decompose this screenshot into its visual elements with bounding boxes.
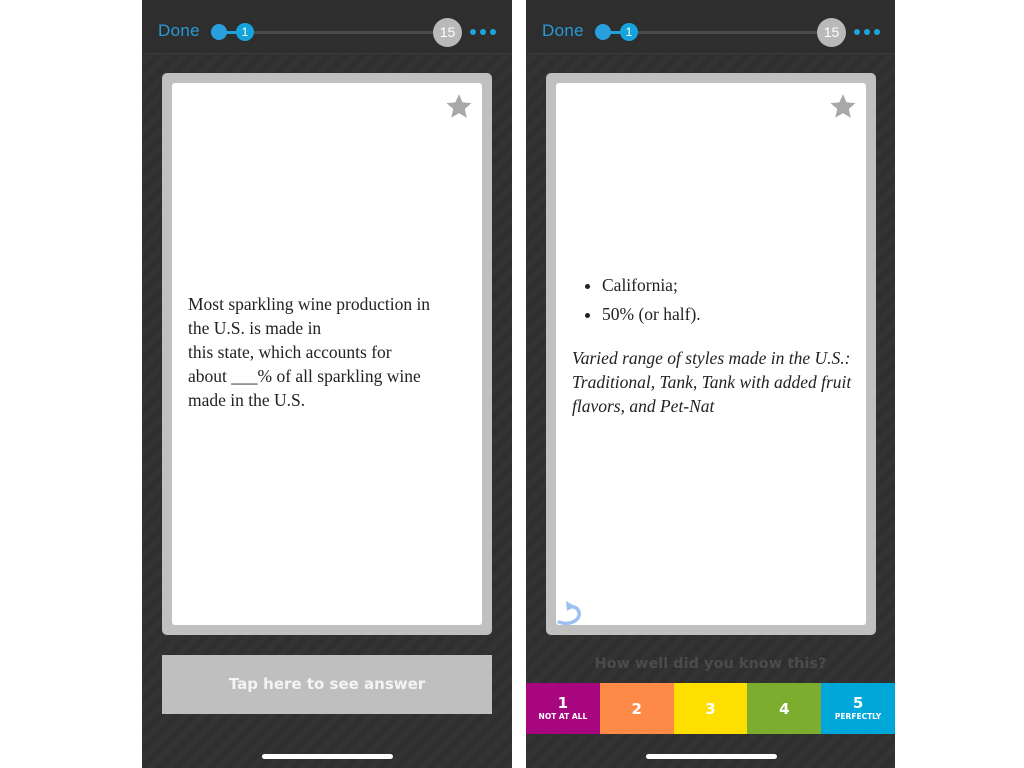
rating-value: 3 [705, 699, 716, 718]
question-line: about ___% of all sparkling wine [188, 366, 421, 386]
rating-button-2[interactable]: 2 [599, 683, 674, 734]
progress-current-card[interactable]: 1 [620, 23, 638, 41]
top-bar: Done 1 15 [142, 0, 512, 54]
flashcard-frame: California; 50% (or half). Varied range … [546, 73, 876, 635]
star-icon[interactable] [828, 91, 858, 121]
rating-label: PERFECTLY [834, 712, 882, 721]
rating-value: 4 [779, 699, 790, 718]
rating-value: 2 [631, 699, 642, 718]
see-answer-button[interactable]: Tap here to see answer [162, 655, 492, 714]
question-text: Most sparkling wine production in the U.… [188, 292, 473, 412]
progress-total-cards[interactable]: 15 [817, 18, 846, 47]
progress-total-cards[interactable]: 15 [433, 18, 462, 47]
rating-button-1[interactable]: 1 NOT AT ALL [526, 683, 600, 734]
progress-start-dot [211, 24, 227, 40]
progress-current-card[interactable]: 1 [236, 23, 254, 41]
answer-note: Varied range of styles made in the U.S.:… [572, 348, 852, 416]
question-line: this state, which accounts for [188, 342, 392, 362]
flip-back-icon[interactable] [556, 595, 586, 625]
answer-item: California; [602, 273, 857, 297]
rating-value: 5 [852, 694, 864, 712]
flashcard-frame: Most sparkling wine production in the U.… [162, 73, 492, 635]
rating-button-5[interactable]: 5 PERFECTLY [821, 683, 895, 734]
rating-prompt: How well did you know this? [594, 656, 827, 672]
rating-bar: 1 NOT AT ALL 2 3 4 5 PERFECTLY [526, 683, 895, 734]
rating-button-3[interactable]: 3 [673, 683, 748, 734]
more-dots-icon[interactable] [854, 26, 880, 38]
phone-screen-front: Done 1 15 Most sparkling wine production… [142, 0, 512, 768]
answer-text: California; 50% (or half). Varied range … [572, 273, 857, 418]
home-indicator[interactable] [646, 754, 777, 759]
rating-label: NOT AT ALL [538, 712, 588, 721]
done-button[interactable]: Done [158, 21, 200, 41]
question-line: Most sparkling wine production in [188, 294, 431, 314]
star-icon[interactable] [444, 91, 474, 121]
home-indicator[interactable] [262, 754, 393, 759]
progress-start-dot [595, 24, 611, 40]
rating-value: 1 [557, 694, 569, 712]
question-line: the U.S. is made in [188, 318, 322, 338]
done-button[interactable]: Done [542, 21, 584, 41]
phone-screen-back: Done 1 15 California; 50% (or half). Var… [526, 0, 895, 768]
answer-list: California; 50% (or half). [572, 273, 857, 326]
question-line: made in the U.S. [188, 390, 306, 410]
rating-button-4[interactable]: 4 [747, 683, 822, 734]
top-bar: Done 1 15 [526, 0, 895, 54]
flashcard-front[interactable]: Most sparkling wine production in the U.… [172, 83, 482, 625]
answer-item: 50% (or half). [602, 302, 857, 326]
flashcard-back[interactable]: California; 50% (or half). Varied range … [556, 83, 866, 625]
more-dots-icon[interactable] [470, 26, 496, 38]
